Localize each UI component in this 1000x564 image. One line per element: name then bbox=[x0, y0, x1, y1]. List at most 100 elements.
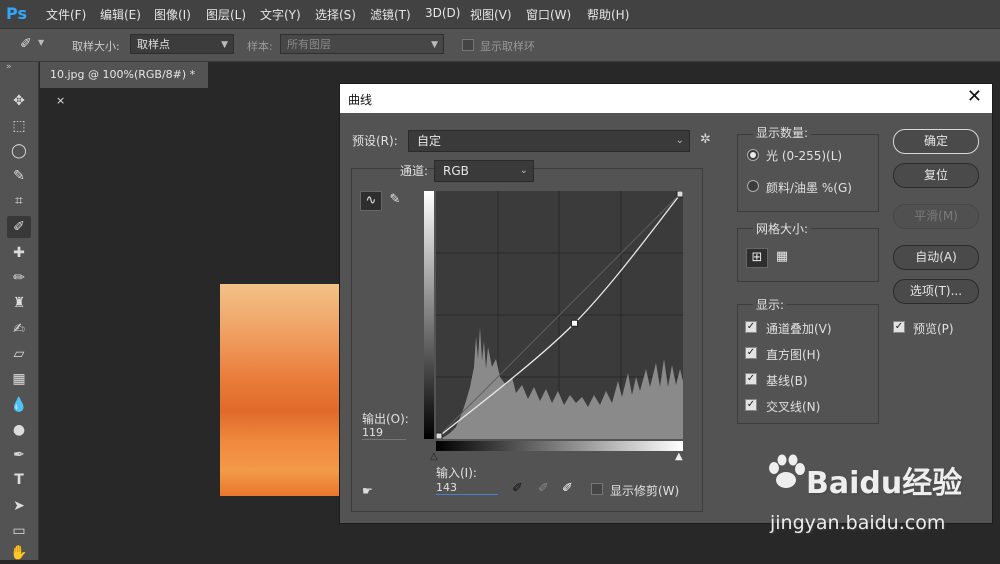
white-eyedropper-icon[interactable]: ✐ bbox=[562, 481, 573, 496]
gear-icon[interactable]: ✲ bbox=[700, 132, 711, 147]
show-clipping-checkbox[interactable] bbox=[591, 483, 603, 495]
menu-window[interactable]: 窗口(W) bbox=[526, 6, 571, 23]
menu-type[interactable]: 文字(Y) bbox=[260, 6, 301, 23]
input-value[interactable]: 143 bbox=[436, 481, 498, 495]
radio-pigment[interactable] bbox=[747, 180, 759, 192]
quick-selection-tool-icon[interactable]: ✎ bbox=[7, 165, 31, 187]
curve-control-point[interactable] bbox=[571, 319, 579, 327]
intersection-line-checkbox[interactable]: ✓ bbox=[745, 399, 757, 411]
pencil-icon[interactable]: ✎ bbox=[384, 191, 406, 211]
menu-layer[interactable]: 图层(L) bbox=[206, 6, 246, 23]
baseline-checkbox[interactable]: ✓ bbox=[745, 373, 757, 385]
crop-tool-icon[interactable]: ⌗ bbox=[7, 190, 31, 212]
histogram-checkbox[interactable]: ✓ bbox=[745, 347, 757, 359]
chevron-down-icon: ⌄ bbox=[519, 165, 528, 176]
menu-filter[interactable]: 滤镜(T) bbox=[370, 6, 411, 23]
healing-brush-tool-icon[interactable]: ✚ bbox=[7, 242, 31, 264]
show-clipping-label: 显示修剪(W) bbox=[610, 484, 680, 498]
white-point-slider-icon[interactable]: ▲ bbox=[675, 451, 683, 462]
chevron-down-icon: ▼ bbox=[221, 40, 228, 50]
rectangle-tool-icon[interactable]: ▭ bbox=[7, 520, 31, 542]
curve-control-point[interactable] bbox=[676, 191, 683, 198]
document-tab[interactable]: 10.jpg @ 100%(RGB/8#) * × bbox=[40, 62, 208, 107]
radio-light[interactable] bbox=[747, 149, 759, 161]
options-bar: ✐ ▼ 取样大小: 取样点 ▼ 样本: 所有图层 ▼ 显示取样环 bbox=[0, 29, 1000, 62]
black-eyedropper-icon[interactable]: ✐ bbox=[512, 481, 523, 496]
sample-label: 样本: bbox=[247, 40, 273, 53]
brush-tool-icon[interactable]: ✏ bbox=[7, 267, 31, 289]
sample-size-select[interactable]: 取样点 ▼ bbox=[130, 34, 234, 54]
menu-image[interactable]: 图像(I) bbox=[154, 6, 191, 23]
close-tab-icon[interactable]: × bbox=[56, 94, 65, 107]
menu-3d[interactable]: 3D(D) bbox=[425, 6, 460, 20]
preset-select[interactable]: 自定 ⌄ bbox=[408, 130, 690, 152]
tools-panel: » ✥ ⬚ ◯ ✎ ⌗ ✐ ✚ ✏ ♜ ✍ ▱ ▦ 💧 ● ✒ T ➤ ▭ ✋ bbox=[0, 62, 39, 561]
display-title: 显示: bbox=[753, 296, 788, 313]
blur-tool-icon[interactable]: 💧 bbox=[7, 394, 31, 416]
document-tab-title: 10.jpg @ 100%(RGB/8#) * bbox=[50, 68, 196, 81]
history-brush-tool-icon[interactable]: ✍ bbox=[7, 318, 31, 340]
eyedropper-icon[interactable]: ✐ bbox=[20, 36, 32, 52]
channel-overlay-label: 通道叠加(V) bbox=[766, 322, 832, 336]
options-button[interactable]: 选项(T)... bbox=[893, 279, 979, 304]
collapse-icon[interactable]: » bbox=[6, 62, 12, 72]
on-image-adjust-icon[interactable]: ☛ bbox=[362, 484, 373, 498]
eyedropper-tool-icon[interactable]: ✐ bbox=[7, 216, 31, 238]
dialog-titlebar[interactable]: 曲线 ✕ bbox=[340, 84, 992, 113]
dialog-title: 曲线 bbox=[348, 93, 373, 107]
path-selection-tool-icon[interactable]: ➤ bbox=[7, 495, 31, 517]
move-tool-icon[interactable]: ✥ bbox=[7, 90, 31, 112]
input-label: 输入(I): bbox=[436, 466, 477, 480]
sample-size-value: 取样点 bbox=[137, 38, 170, 51]
menu-help[interactable]: 帮助(H) bbox=[587, 6, 629, 23]
gradient-tool-icon[interactable]: ▦ bbox=[7, 368, 31, 390]
tool-preset-chevron-icon[interactable]: ▼ bbox=[38, 38, 44, 47]
preset-label: 预设(R): bbox=[352, 134, 398, 148]
sunset-image bbox=[220, 284, 340, 496]
reset-button[interactable]: 复位 bbox=[893, 163, 979, 188]
radio-pigment-label: 颜料/油墨 %(G) bbox=[766, 181, 852, 195]
histogram-label: 直方图(H) bbox=[766, 348, 821, 362]
output-label: 输出(O): bbox=[362, 412, 409, 426]
eraser-tool-icon[interactable]: ▱ bbox=[7, 343, 31, 365]
grid-detailed-icon[interactable]: ▦ bbox=[771, 248, 793, 268]
input-gradient-bar bbox=[436, 441, 683, 451]
channel-overlay-checkbox[interactable]: ✓ bbox=[745, 321, 757, 333]
channel-value: RGB bbox=[443, 164, 469, 178]
curve-graph[interactable] bbox=[436, 191, 683, 439]
output-value[interactable]: 119 bbox=[362, 426, 406, 440]
sample-select[interactable]: 所有图层 ▼ bbox=[280, 34, 444, 54]
show-ring-label: 显示取样环 bbox=[480, 40, 535, 53]
curve-control-point[interactable] bbox=[436, 432, 443, 439]
menu-view[interactable]: 视图(V) bbox=[470, 6, 512, 23]
channel-select[interactable]: RGB ⌄ bbox=[434, 160, 534, 182]
curve-point-mode-icon[interactable]: ∿ bbox=[360, 191, 382, 211]
grid-simple-icon[interactable]: ⊞ bbox=[746, 248, 768, 268]
close-icon[interactable]: ✕ bbox=[967, 87, 982, 107]
hand-tool-icon[interactable]: ✋ bbox=[7, 542, 31, 564]
smooth-button[interactable]: 平滑(M) bbox=[893, 204, 979, 229]
auto-button[interactable]: 自动(A) bbox=[893, 245, 979, 270]
sample-size-label: 取样大小: bbox=[72, 40, 120, 53]
type-tool-icon[interactable]: T bbox=[7, 469, 31, 491]
gray-eyedropper-icon[interactable]: ✐ bbox=[538, 481, 549, 496]
baidu-watermark: Baidu经验 jingyan.baidu.com bbox=[760, 452, 1000, 552]
menu-select[interactable]: 选择(S) bbox=[315, 6, 356, 23]
preview-checkbox[interactable]: ✓ bbox=[893, 321, 905, 333]
watermark-brand: Baidu经验 bbox=[806, 466, 963, 501]
menu-file[interactable]: 文件(F) bbox=[46, 6, 86, 23]
show-ring-checkbox[interactable] bbox=[462, 39, 474, 51]
photoshop-logo: Ps bbox=[6, 4, 27, 23]
show-amount-group bbox=[737, 134, 879, 212]
grid-size-title: 网格大小: bbox=[753, 220, 812, 237]
black-point-slider-icon[interactable]: △ bbox=[430, 451, 438, 462]
ok-button[interactable]: 确定 bbox=[893, 129, 979, 154]
pen-tool-icon[interactable]: ✒ bbox=[7, 444, 31, 466]
clone-stamp-tool-icon[interactable]: ♜ bbox=[7, 292, 31, 314]
menu-edit[interactable]: 编辑(E) bbox=[100, 6, 141, 23]
lasso-tool-icon[interactable]: ◯ bbox=[7, 140, 31, 162]
dodge-tool-icon[interactable]: ● bbox=[7, 419, 31, 441]
preview-label: 预览(P) bbox=[913, 322, 954, 336]
marquee-tool-icon[interactable]: ⬚ bbox=[7, 115, 31, 137]
menu-bar: Ps 文件(F) 编辑(E) 图像(I) 图层(L) 文字(Y) 选择(S) 滤… bbox=[0, 0, 1000, 29]
